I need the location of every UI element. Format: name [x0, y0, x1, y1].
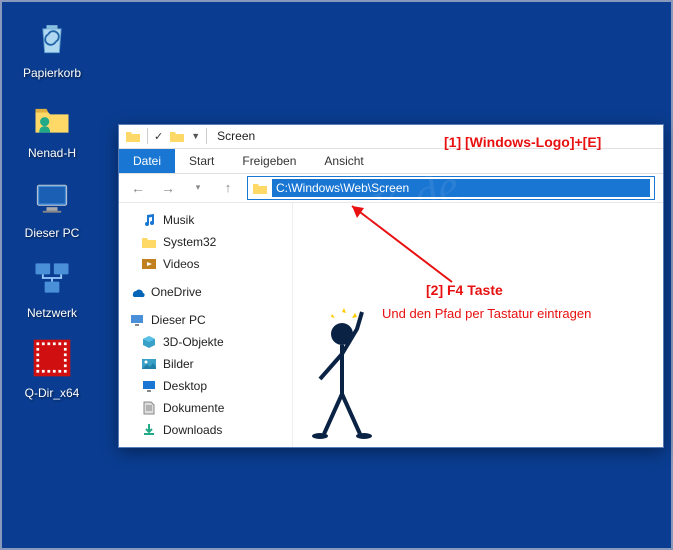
check-icon[interactable]: ✓	[154, 130, 163, 143]
tree-label: Bilder	[163, 357, 194, 371]
tree-item-system32[interactable]: System32	[123, 231, 288, 253]
tree-item-3d-objekte[interactable]: 3D-Objekte	[123, 331, 288, 353]
desktop-icon-this-pc[interactable]: Dieser PC	[14, 174, 90, 240]
desktop-icons: Papierkorb Nenad-H Dieser PC Netzwerk Q-…	[14, 14, 90, 400]
tree-item-musik[interactable]: Musik	[123, 209, 288, 231]
documents-icon	[141, 400, 157, 416]
desktop-icon-user-folder[interactable]: Nenad-H	[14, 94, 90, 160]
desktop-icon-label: Papierkorb	[23, 66, 81, 80]
separator	[147, 128, 148, 144]
videos-icon	[141, 256, 157, 272]
tree-item-bilder[interactable]: Bilder	[123, 353, 288, 375]
tree-label: Dokumente	[163, 401, 224, 415]
tree-item-desktop[interactable]: Desktop	[123, 375, 288, 397]
q-dir-icon	[28, 334, 76, 382]
onedrive-icon	[129, 284, 145, 300]
window-title: Screen	[217, 129, 255, 143]
folder-icon	[169, 128, 185, 144]
tree-item-onedrive[interactable]: OneDrive	[123, 281, 288, 303]
annotation-2b: Und den Pfad per Tastatur eintragen	[382, 306, 591, 321]
tree-label: 3D-Objekte	[163, 335, 224, 349]
this-pc-icon	[28, 174, 76, 222]
this-pc-icon	[129, 312, 145, 328]
desktop-icon-network[interactable]: Netzwerk	[14, 254, 90, 320]
desktop-icon	[141, 378, 157, 394]
user-folder-icon	[28, 94, 76, 142]
desktop-icon-qdir[interactable]: Q-Dir_x64	[14, 334, 90, 400]
tree-label: Musik	[163, 213, 194, 227]
annotation-arrow	[342, 198, 502, 298]
tab-start[interactable]: Start	[175, 149, 228, 173]
tree-item-videos[interactable]: Videos	[123, 253, 288, 275]
downloads-icon	[141, 422, 157, 438]
desktop-icon-label: Dieser PC	[25, 226, 80, 240]
desktop-icon-label: Nenad-H	[28, 146, 76, 160]
folder-icon	[252, 180, 268, 196]
tree-item-dokumente[interactable]: Dokumente	[123, 397, 288, 419]
back-button[interactable]: ←	[127, 177, 149, 199]
tree-label: Downloads	[163, 423, 222, 437]
pictures-icon	[141, 356, 157, 372]
desktop-icon-label: Q-Dir_x64	[25, 386, 80, 400]
up-button[interactable]: ↑	[217, 177, 239, 199]
chevron-down-icon[interactable]: ▾	[187, 177, 209, 199]
forward-button[interactable]: →	[157, 177, 179, 199]
tab-freigeben[interactable]: Freigeben	[228, 149, 310, 173]
3d-icon	[141, 334, 157, 350]
chevron-down-icon[interactable]: ▼	[191, 131, 200, 141]
tree-label: System32	[163, 235, 216, 249]
navigation-tree: Musik System32 Videos OneDrive Dieser PC…	[119, 203, 293, 447]
tree-label: Dieser PC	[151, 313, 206, 327]
tab-ansicht[interactable]: Ansicht	[310, 149, 377, 173]
desktop-icon-label: Netzwerk	[27, 306, 77, 320]
tree-label: OneDrive	[151, 285, 202, 299]
folder-icon	[141, 234, 157, 250]
tab-datei[interactable]: Datei	[119, 149, 175, 173]
separator	[206, 128, 207, 144]
annotation-1: [1] [Windows-Logo]+[E]	[444, 134, 601, 150]
tree-item-downloads[interactable]: Downloads	[123, 419, 288, 441]
tree-label: Desktop	[163, 379, 207, 393]
network-icon	[28, 254, 76, 302]
desktop-icon-recycle-bin[interactable]: Papierkorb	[14, 14, 90, 80]
recycle-bin-icon	[28, 14, 76, 62]
stick-figure-icon	[302, 304, 392, 444]
tree-label: Videos	[163, 257, 199, 271]
address-input[interactable]	[272, 179, 650, 197]
music-icon	[141, 212, 157, 228]
address-input-wrap[interactable]	[247, 176, 655, 200]
ribbon-tabs: Datei Start Freigeben Ansicht	[119, 149, 663, 174]
tree-item-dieser-pc[interactable]: Dieser PC	[123, 309, 288, 331]
folder-icon	[125, 128, 141, 144]
